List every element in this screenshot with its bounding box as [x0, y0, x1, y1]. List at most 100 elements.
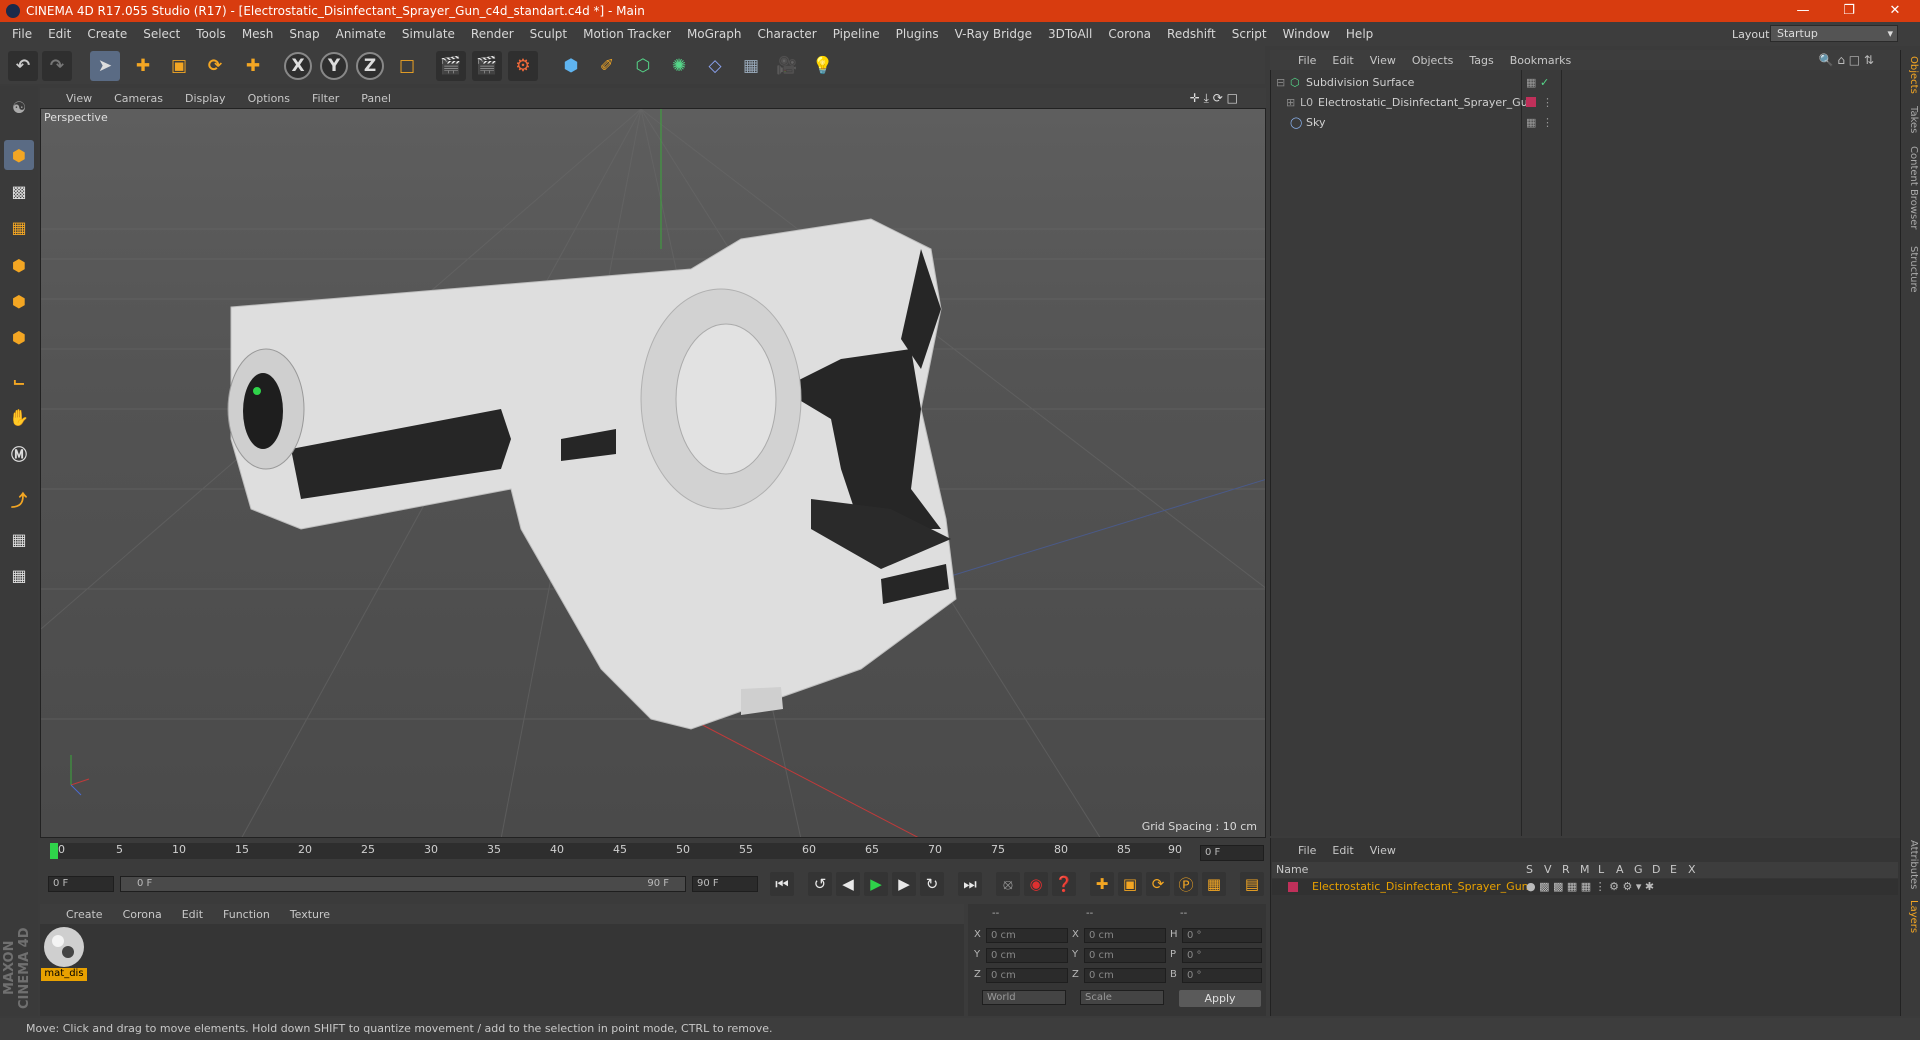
- rotation-p-field[interactable]: 0 °: [1182, 948, 1262, 963]
- next-frame-icon[interactable]: ▶: [892, 872, 916, 896]
- undo-button[interactable]: ↶: [8, 51, 38, 81]
- next-key-icon[interactable]: ↻: [920, 872, 944, 896]
- edges-mode-icon[interactable]: ⬢: [4, 286, 34, 316]
- object-menu-file[interactable]: File: [1298, 54, 1316, 67]
- layer-tag-icon[interactable]: ▦: [1526, 113, 1536, 132]
- menu-pipeline[interactable]: Pipeline: [825, 27, 888, 41]
- key-scale-icon[interactable]: ▣: [1118, 872, 1142, 896]
- size-mode-select[interactable]: Scale: [1080, 990, 1164, 1005]
- workplane-lock-icon[interactable]: ▦: [4, 524, 34, 554]
- z-axis-button[interactable]: Z: [356, 52, 384, 80]
- viewport-nav-icon[interactable]: ✛ ⤓ ⟳ □: [1190, 91, 1238, 106]
- viewport-perspective[interactable]: Perspective Grid Spacing : 10 cm: [40, 108, 1266, 838]
- menu-character[interactable]: Character: [749, 27, 824, 41]
- checkmark-icon[interactable]: ✓: [1540, 73, 1549, 92]
- live-selection-icon[interactable]: ✚: [238, 51, 268, 81]
- expand-icon[interactable]: ⊟: [1276, 73, 1285, 92]
- rotation-h-field[interactable]: 0 °: [1182, 928, 1262, 943]
- render-picture-viewer-icon[interactable]: 🎬: [472, 51, 502, 81]
- layout-select[interactable]: Startup ▾: [1770, 25, 1898, 42]
- range-slider[interactable]: 0 F 90 F: [120, 876, 686, 892]
- menu-sculpt[interactable]: Sculpt: [522, 27, 575, 41]
- layer-menu-edit[interactable]: Edit: [1332, 844, 1353, 857]
- texture-mode-icon[interactable]: ▩: [4, 176, 34, 206]
- y-axis-button[interactable]: Y: [320, 52, 348, 80]
- tab-content-browser[interactable]: Content Browser: [1903, 146, 1919, 229]
- layer-flags-icon[interactable]: ● ▩ ▩ ▦ ▦ ⋮ ⚙ ⚙ ▾ ✱: [1526, 879, 1654, 895]
- object-menu-edit[interactable]: Edit: [1332, 54, 1353, 67]
- layer-row[interactable]: Electrostatic_Disinfectant_Sprayer_Gun ●…: [1272, 879, 1898, 895]
- current-frame-field[interactable]: 0 F: [1200, 845, 1264, 861]
- position-x-field[interactable]: 0 cm: [986, 928, 1068, 943]
- menu-mograph[interactable]: MoGraph: [679, 27, 750, 41]
- previous-key-icon[interactable]: ↺: [808, 872, 832, 896]
- redo-button[interactable]: ↷: [42, 51, 72, 81]
- tab-layers[interactable]: Layers: [1903, 900, 1919, 933]
- key-point-level-icon[interactable]: ▦: [1202, 872, 1226, 896]
- menu-redshift[interactable]: Redshift: [1159, 27, 1224, 41]
- workplane-icon[interactable]: ▦: [4, 212, 34, 242]
- snap-icon[interactable]: Ⓜ: [4, 438, 34, 468]
- menu-help[interactable]: Help: [1338, 27, 1381, 41]
- object-manager-tools-icon[interactable]: 🔍 ⌂ □ ⇅: [1819, 53, 1874, 67]
- layer-menu-view[interactable]: View: [1370, 844, 1396, 857]
- material-menu-edit[interactable]: Edit: [182, 908, 203, 921]
- deformer-icon[interactable]: ◇: [700, 51, 730, 81]
- cube-object-icon[interactable]: ⬢: [556, 51, 586, 81]
- position-z-field[interactable]: 0 cm: [986, 968, 1068, 983]
- menu-simulate[interactable]: Simulate: [394, 27, 463, 41]
- menu-corona[interactable]: Corona: [1100, 27, 1159, 41]
- layer-tag-icon[interactable]: ▦: [1526, 73, 1536, 92]
- minimize-button[interactable]: —: [1780, 0, 1826, 22]
- viewport-menu-filter[interactable]: Filter: [312, 92, 339, 105]
- key-parameter-icon[interactable]: Ⓟ: [1174, 872, 1198, 896]
- move-tool-icon[interactable]: ✚: [128, 51, 158, 81]
- subdivision-icon[interactable]: ⬡: [628, 51, 658, 81]
- axis-mode-icon[interactable]: ⌙: [4, 366, 34, 396]
- visibility-dots-icon[interactable]: ⋮: [1542, 93, 1553, 112]
- rotation-b-field[interactable]: 0 °: [1182, 968, 1262, 983]
- go-to-start-icon[interactable]: ⏮: [770, 872, 794, 896]
- close-button[interactable]: ✕: [1872, 0, 1918, 22]
- material-menu-texture[interactable]: Texture: [290, 908, 330, 921]
- menu-file[interactable]: File: [4, 27, 40, 41]
- material-menu-corona[interactable]: Corona: [123, 908, 162, 921]
- points-mode-icon[interactable]: ⬢: [4, 250, 34, 280]
- menu-snap[interactable]: Snap: [281, 27, 327, 41]
- workplane-mode-icon[interactable]: ▦: [4, 560, 34, 590]
- key-rotation-icon[interactable]: ⟳: [1146, 872, 1170, 896]
- layer-color-swatch[interactable]: [1526, 97, 1536, 107]
- scale-tool-icon[interactable]: ▣: [164, 51, 194, 81]
- object-menu-tags[interactable]: Tags: [1469, 54, 1493, 67]
- object-row[interactable]: ⊞ L0 Electrostatic_Disinfectant_Sprayer_…: [1272, 93, 1898, 112]
- tab-attributes[interactable]: Attributes: [1903, 840, 1919, 889]
- menu-motion-tracker[interactable]: Motion Tracker: [575, 27, 679, 41]
- menu-window[interactable]: Window: [1275, 27, 1338, 41]
- autokey-icon[interactable]: ◉: [1024, 872, 1048, 896]
- tab-takes[interactable]: Takes: [1903, 106, 1919, 133]
- menu-edit[interactable]: Edit: [40, 27, 79, 41]
- tab-structure[interactable]: Structure: [1903, 246, 1919, 293]
- viewport-menu-cameras[interactable]: Cameras: [114, 92, 163, 105]
- menu-select[interactable]: Select: [135, 27, 188, 41]
- object-menu-bookmarks[interactable]: Bookmarks: [1510, 54, 1571, 67]
- coordinate-system-icon[interactable]: □: [392, 51, 422, 81]
- sprayer-gun-model[interactable]: [227, 218, 957, 730]
- layer-menu-file[interactable]: File: [1298, 844, 1316, 857]
- viewport-menu-options[interactable]: Options: [248, 92, 290, 105]
- rotate-tool-icon[interactable]: ⟳: [200, 51, 230, 81]
- menu-plugins[interactable]: Plugins: [888, 27, 947, 41]
- menu-3dtoall[interactable]: 3DToAll: [1040, 27, 1100, 41]
- keyframe-selection-icon[interactable]: ❓: [1052, 872, 1076, 896]
- magnet-icon[interactable]: ⤴: [4, 484, 34, 514]
- tweak-mode-icon[interactable]: ✋: [4, 402, 34, 432]
- menu-vray-bridge[interactable]: V-Ray Bridge: [947, 27, 1040, 41]
- record-keys-icon[interactable]: ⦻: [996, 872, 1020, 896]
- layer-color-swatch[interactable]: [1288, 882, 1298, 892]
- menu-animate[interactable]: Animate: [328, 27, 394, 41]
- floor-icon[interactable]: ▦: [736, 51, 766, 81]
- x-axis-button[interactable]: X: [284, 52, 312, 80]
- visibility-dots-icon[interactable]: ⋮: [1542, 113, 1553, 132]
- select-arrow-icon[interactable]: ➤: [90, 51, 120, 81]
- tab-objects[interactable]: Objects: [1903, 56, 1919, 94]
